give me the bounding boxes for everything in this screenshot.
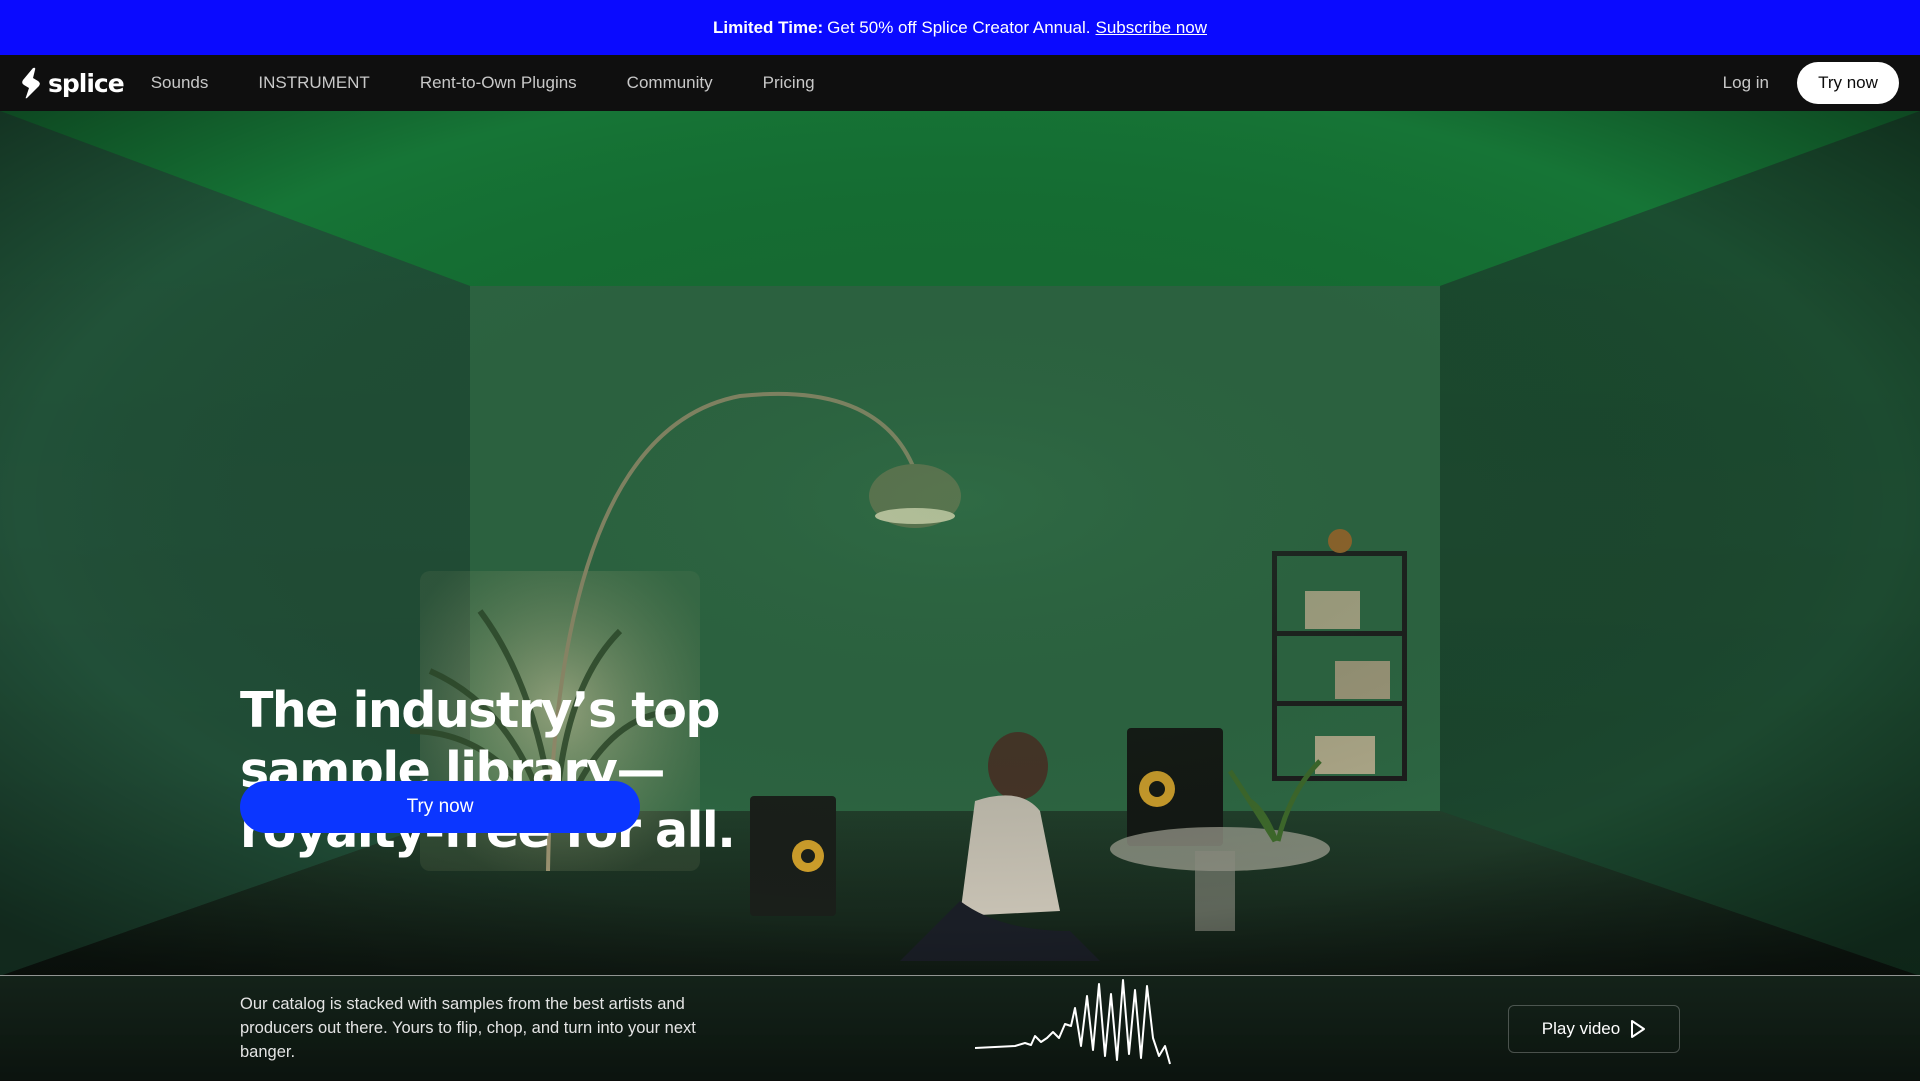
video-strip: Our catalog is stacked with samples from… bbox=[0, 975, 1920, 1080]
hero-section: The industry’s top sample library— royal… bbox=[0, 111, 1920, 976]
waveform-graphic bbox=[975, 979, 1171, 1065]
hero-headline-line: The industry’s top bbox=[240, 682, 720, 739]
promo-text: Get 50% off Splice Creator Annual. bbox=[827, 17, 1091, 37]
try-now-hero-button[interactable]: Try now bbox=[240, 781, 640, 833]
nav-item-pricing[interactable]: Pricing bbox=[763, 73, 815, 93]
nav-item-community[interactable]: Community bbox=[627, 73, 713, 93]
try-now-nav-button[interactable]: Try now bbox=[1797, 62, 1899, 104]
promo-banner: Limited Time: Get 50% off Splice Creator… bbox=[0, 0, 1920, 55]
nav-actions: Log in Try now bbox=[1723, 62, 1899, 104]
login-link[interactable]: Log in bbox=[1723, 73, 1769, 93]
nav-item-rent-to-own-plugins[interactable]: Rent-to-Own Plugins bbox=[420, 73, 577, 93]
play-video-button[interactable]: Play video bbox=[1508, 1005, 1680, 1053]
top-navigation: splice Sounds INSTRUMENT Rent-to-Own Plu… bbox=[0, 55, 1920, 111]
subscribe-link[interactable]: Subscribe now bbox=[1096, 18, 1208, 38]
hero-headline: The industry’s top sample library— royal… bbox=[240, 681, 860, 861]
nav-item-sounds[interactable]: Sounds bbox=[151, 73, 209, 93]
catalog-description: Our catalog is stacked with samples from… bbox=[240, 995, 696, 1061]
nav-item-instrument[interactable]: INSTRUMENT bbox=[258, 73, 369, 93]
play-video-label: Play video bbox=[1541, 1019, 1621, 1038]
logo-text: splice bbox=[48, 68, 125, 98]
nav-menu: Sounds INSTRUMENT Rent-to-Own Plugins Co… bbox=[151, 73, 815, 93]
play-icon bbox=[1630, 1019, 1646, 1039]
splice-logo[interactable]: splice bbox=[19, 67, 125, 99]
splice-logo-icon bbox=[22, 67, 40, 99]
promo-highlight: Limited Time: bbox=[712, 17, 824, 37]
